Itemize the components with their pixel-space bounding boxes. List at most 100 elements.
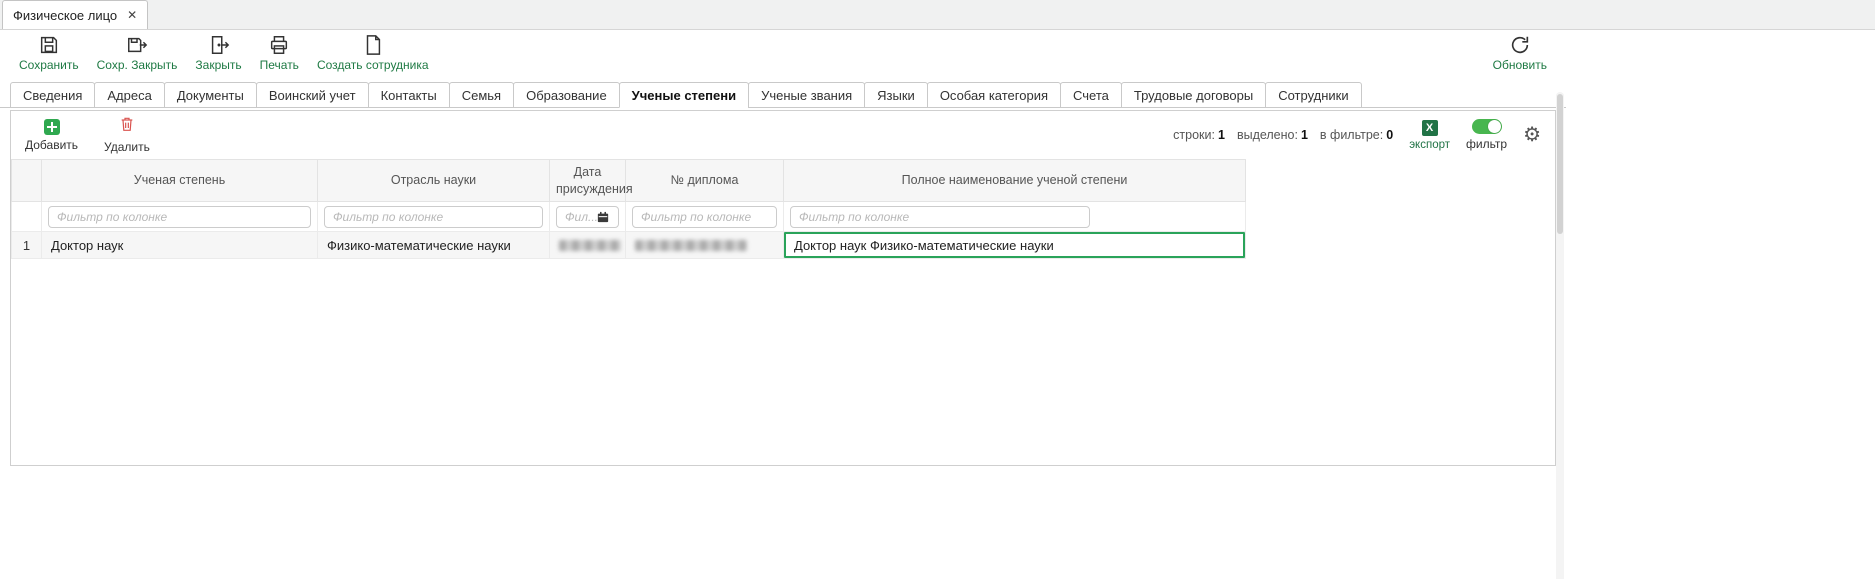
grid-toolbar-right: строки:1 выделено:1 в фильтре:0 X экспор…	[1173, 119, 1541, 151]
tab-content-panel: Добавить Удалить строки:1	[10, 110, 1556, 466]
plus-icon	[44, 119, 60, 135]
filter-cell-branch	[318, 202, 550, 232]
page-tabbar: Сведения Адреса Документы Воинский учет …	[0, 76, 1566, 108]
degrees-table: Ученая степень Отрасль науки Дата присуж…	[11, 159, 1246, 259]
add-row-label: Добавить	[25, 138, 78, 152]
grid-toolbar: Добавить Удалить строки:1	[11, 111, 1555, 157]
tab-semya[interactable]: Семья	[449, 82, 514, 108]
filter-cell-diploma	[626, 202, 784, 232]
filter-cell-fullname	[784, 202, 1246, 232]
grid-stats: строки:1 выделено:1 в фильтре:0	[1173, 128, 1393, 142]
toggle-knob	[1488, 120, 1501, 133]
selected-stat-label: выделено:	[1237, 128, 1298, 142]
column-header-fullname[interactable]: Полное наименование ученой степени	[784, 160, 1246, 202]
selected-stat: выделено:1	[1237, 128, 1308, 142]
main-area: Сохранить Сохр. Закрыть Закрыть	[0, 30, 1566, 466]
tab-trudovye-dogovory[interactable]: Трудовые договоры	[1121, 82, 1266, 108]
vertical-scrollbar[interactable]	[1556, 92, 1564, 579]
close-label: Закрыть	[195, 58, 241, 72]
save-label: Сохранить	[19, 58, 79, 72]
filtered-stat: в фильтре:0	[1320, 128, 1393, 142]
filter-cell-num	[12, 202, 42, 232]
main-toolbar: Сохранить Сохр. Закрыть Закрыть	[0, 30, 1566, 76]
delete-row-button[interactable]: Удалить	[104, 116, 150, 154]
tab-osobaya-kategoriya[interactable]: Особая категория	[927, 82, 1061, 108]
rows-stat-label: строки:	[1173, 128, 1215, 142]
column-header-diploma[interactable]: № диплома	[626, 160, 784, 202]
print-button[interactable]: Печать	[251, 33, 308, 73]
save-button[interactable]: Сохранить	[10, 33, 88, 73]
date-cell[interactable]	[550, 232, 626, 259]
create-employee-button[interactable]: Создать сотрудника	[308, 33, 438, 73]
degree-filter-input[interactable]	[48, 206, 311, 228]
tab-voinskiy-uchet[interactable]: Воинский учет	[256, 82, 369, 108]
add-row-button[interactable]: Добавить	[25, 119, 78, 152]
redacted-date-value	[559, 240, 621, 251]
refresh-label: Обновить	[1493, 58, 1547, 72]
save-icon	[38, 34, 60, 56]
degree-cell[interactable]: Доктор наук	[42, 232, 318, 259]
branch-cell[interactable]: Физико-математические науки	[318, 232, 550, 259]
document-tab-strip: Физическое лицо ✕	[0, 0, 1875, 30]
row-number-header	[12, 160, 42, 202]
filter-toggle-label: фильтр	[1466, 137, 1507, 151]
save-close-label: Сохр. Закрыть	[97, 58, 178, 72]
redacted-diploma-value	[635, 240, 747, 251]
column-header-branch[interactable]: Отрасль науки	[318, 160, 550, 202]
rows-stat: строки:1	[1173, 128, 1225, 142]
table-row[interactable]: 1 Доктор наук Физико-математические наук…	[12, 232, 1246, 259]
tab-dokumenty[interactable]: Документы	[164, 82, 257, 108]
fullname-filter-input[interactable]	[790, 206, 1090, 228]
trash-icon	[119, 116, 135, 137]
close-button[interactable]: Закрыть	[186, 33, 250, 73]
filter-row	[12, 202, 1246, 232]
row-number-cell[interactable]: 1	[12, 232, 42, 259]
save-close-icon	[126, 34, 148, 56]
tab-yazyki[interactable]: Языки	[864, 82, 928, 108]
refresh-icon	[1509, 34, 1531, 56]
document-tab-title: Физическое лицо	[13, 8, 117, 23]
tab-uchenye-stepeni[interactable]: Ученые степени	[619, 82, 749, 108]
export-excel-button[interactable]: X экспорт	[1409, 120, 1450, 151]
save-close-button[interactable]: Сохр. Закрыть	[88, 33, 187, 73]
calendar-icon[interactable]	[597, 211, 609, 223]
document-tab-person[interactable]: Физическое лицо ✕	[2, 0, 148, 29]
filter-cell-date	[550, 202, 626, 232]
filter-toggle-group[interactable]: фильтр	[1466, 119, 1507, 151]
new-document-icon	[362, 34, 384, 56]
selected-stat-value: 1	[1301, 128, 1308, 142]
printer-icon	[268, 34, 290, 56]
diploma-filter-input[interactable]	[632, 206, 777, 228]
gear-icon[interactable]: ⚙	[1523, 125, 1541, 145]
diploma-cell[interactable]	[626, 232, 784, 259]
filtered-stat-label: в фильтре:	[1320, 128, 1383, 142]
tab-obrazovanie[interactable]: Образование	[513, 82, 620, 108]
fullname-cell[interactable]: Доктор наук Физико-математические науки	[784, 232, 1246, 259]
filtered-stat-value: 0	[1386, 128, 1393, 142]
create-employee-label: Создать сотрудника	[317, 58, 429, 72]
delete-row-label: Удалить	[104, 140, 150, 154]
tab-sotrudniki[interactable]: Сотрудники	[1265, 82, 1361, 108]
close-icon[interactable]: ✕	[127, 8, 137, 22]
filter-toggle[interactable]	[1472, 119, 1502, 134]
date-filter-input[interactable]	[556, 206, 619, 228]
rows-stat-value: 1	[1218, 128, 1225, 142]
tab-svedeniya[interactable]: Сведения	[10, 82, 95, 108]
excel-icon: X	[1422, 120, 1438, 136]
branch-filter-input[interactable]	[324, 206, 543, 228]
app-window: Физическое лицо ✕ Сохранить	[0, 0, 1875, 579]
door-exit-icon	[208, 34, 230, 56]
filter-cell-degree	[42, 202, 318, 232]
column-header-degree[interactable]: Ученая степень	[42, 160, 318, 202]
tab-adresa[interactable]: Адреса	[94, 82, 164, 108]
column-header-date[interactable]: Дата присуждения	[550, 160, 626, 202]
scrollbar-thumb[interactable]	[1557, 94, 1563, 234]
tab-scheta[interactable]: Счета	[1060, 82, 1122, 108]
selected-cell-editor[interactable]: Доктор наук Физико-математические науки	[784, 232, 1245, 258]
print-label: Печать	[260, 58, 299, 72]
refresh-button[interactable]: Обновить	[1484, 33, 1556, 73]
header-row: Ученая степень Отрасль науки Дата присуж…	[12, 160, 1246, 202]
export-label: экспорт	[1409, 139, 1450, 151]
tab-uchenye-zvaniya[interactable]: Ученые звания	[748, 82, 865, 108]
tab-kontakty[interactable]: Контакты	[368, 82, 450, 108]
